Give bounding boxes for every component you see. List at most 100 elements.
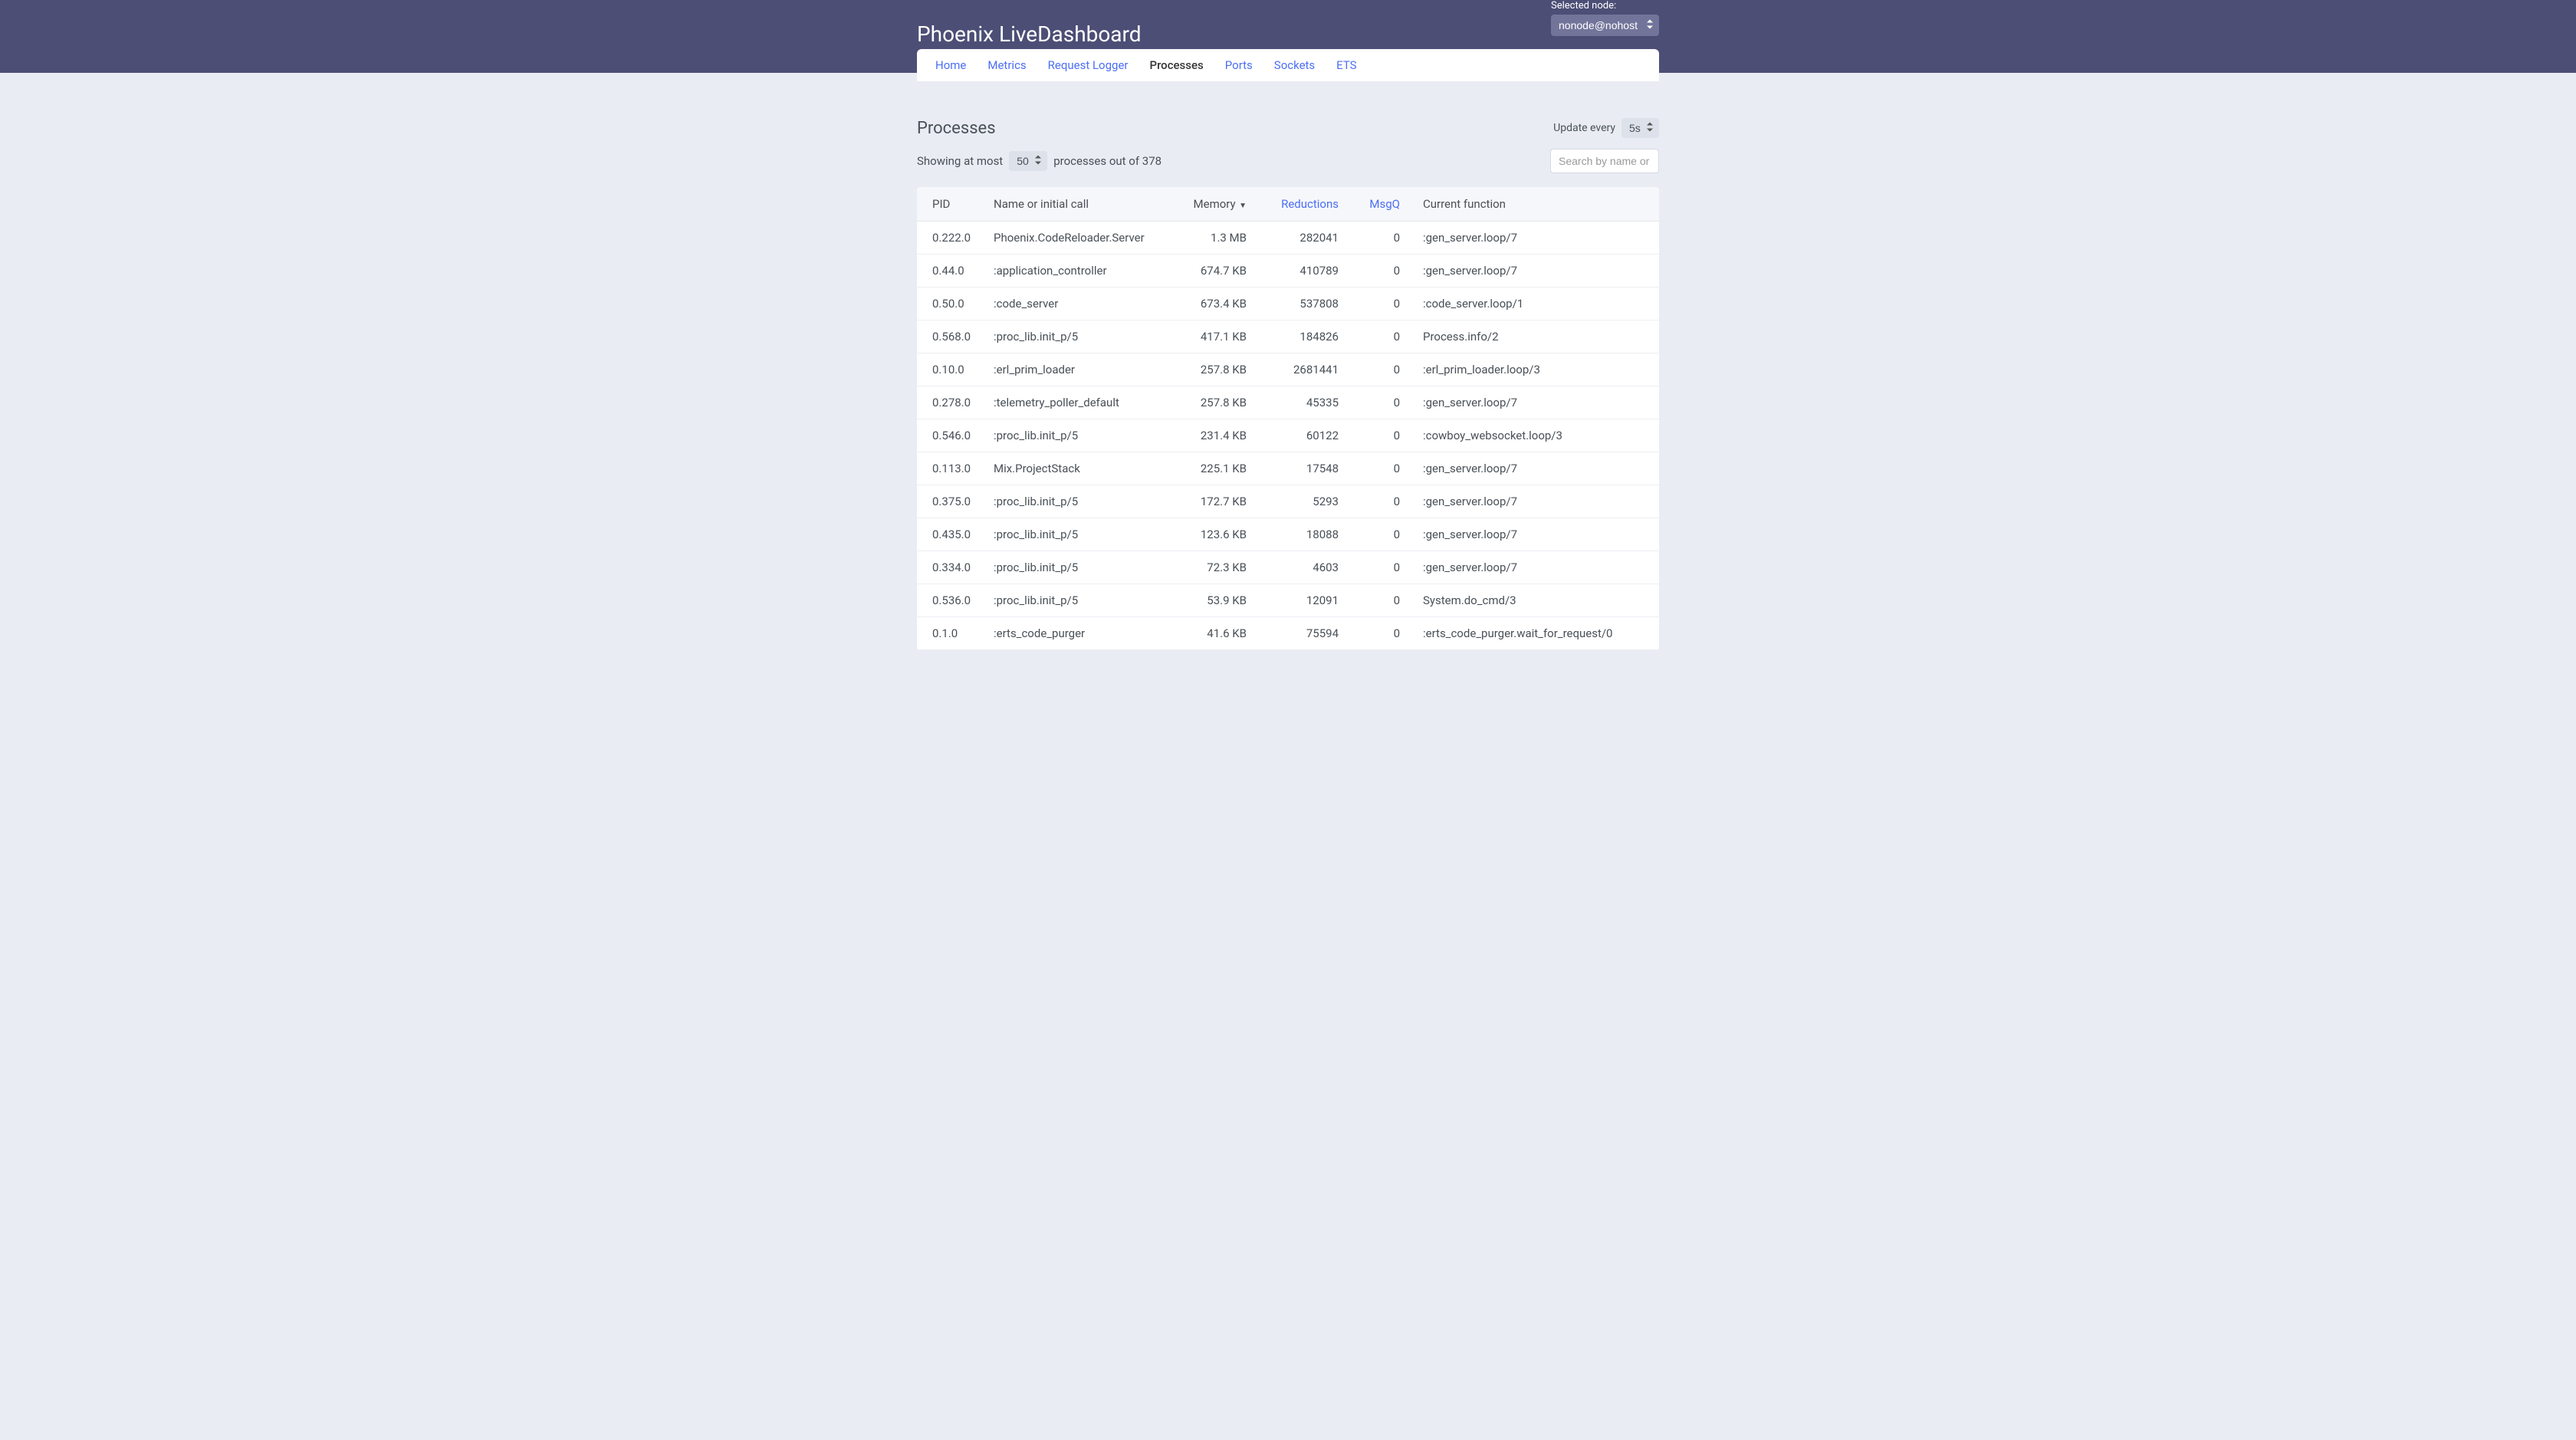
page-title: Processes	[917, 119, 996, 138]
showing-prefix: Showing at most	[917, 154, 1003, 168]
cell-name: Mix.ProjectStack	[986, 452, 1162, 485]
caret-down-icon: ▼	[1237, 202, 1247, 210]
cell-msgq: 0	[1346, 419, 1408, 452]
table-row[interactable]: 0.536.0:proc_lib.init_p/553.9 KB120910Sy…	[917, 584, 1659, 617]
cell-func: :code_server.loop/1	[1408, 288, 1659, 321]
table-row[interactable]: 0.44.0:application_controller674.7 KB410…	[917, 255, 1659, 288]
cell-pid: 0.113.0	[917, 452, 986, 485]
cell-name: :application_controller	[986, 255, 1162, 288]
table-row[interactable]: 0.1.0:erts_code_purger41.6 KB755940:erts…	[917, 617, 1659, 650]
tab-request-logger[interactable]: Request Logger	[1037, 49, 1139, 81]
col-header-name: Name or initial call	[986, 187, 1162, 222]
cell-reductions: 2681441	[1254, 353, 1346, 386]
table-row[interactable]: 0.222.0Phoenix.CodeReloader.Server1.3 MB…	[917, 222, 1659, 255]
cell-reductions: 12091	[1254, 584, 1346, 617]
col-header-msgq[interactable]: MsgQ	[1346, 187, 1408, 222]
cell-pid: 0.546.0	[917, 419, 986, 452]
cell-msgq: 0	[1346, 288, 1408, 321]
cell-reductions: 17548	[1254, 452, 1346, 485]
cell-func: :erts_code_purger.wait_for_request/0	[1408, 617, 1659, 650]
cell-name: :proc_lib.init_p/5	[986, 551, 1162, 584]
limit-select[interactable]: 50	[1009, 151, 1047, 171]
update-interval-select[interactable]: 5s	[1622, 118, 1659, 138]
cell-func: :gen_server.loop/7	[1408, 551, 1659, 584]
cell-func: Process.info/2	[1408, 321, 1659, 353]
cell-pid: 0.222.0	[917, 222, 986, 255]
cell-pid: 0.278.0	[917, 386, 986, 419]
table-row[interactable]: 0.50.0:code_server673.4 KB5378080:code_s…	[917, 288, 1659, 321]
cell-name: :proc_lib.init_p/5	[986, 518, 1162, 551]
tab-ports[interactable]: Ports	[1214, 49, 1263, 81]
cell-func: :gen_server.loop/7	[1408, 386, 1659, 419]
cell-memory: 123.6 KB	[1162, 518, 1254, 551]
table-row[interactable]: 0.568.0:proc_lib.init_p/5417.1 KB1848260…	[917, 321, 1659, 353]
cell-reductions: 184826	[1254, 321, 1346, 353]
cell-msgq: 0	[1346, 518, 1408, 551]
cell-pid: 0.10.0	[917, 353, 986, 386]
cell-name: :code_server	[986, 288, 1162, 321]
tab-home[interactable]: Home	[925, 49, 977, 81]
cell-func: :gen_server.loop/7	[1408, 452, 1659, 485]
update-every-label: Update every	[1553, 122, 1615, 134]
cell-memory: 53.9 KB	[1162, 584, 1254, 617]
cell-pid: 0.536.0	[917, 584, 986, 617]
table-row[interactable]: 0.278.0:telemetry_poller_default257.8 KB…	[917, 386, 1659, 419]
cell-name: Phoenix.CodeReloader.Server	[986, 222, 1162, 255]
cell-pid: 0.375.0	[917, 485, 986, 518]
cell-memory: 673.4 KB	[1162, 288, 1254, 321]
cell-pid: 0.1.0	[917, 617, 986, 650]
cell-reductions: 75594	[1254, 617, 1346, 650]
cell-pid: 0.334.0	[917, 551, 986, 584]
cell-memory: 225.1 KB	[1162, 452, 1254, 485]
cell-name: :proc_lib.init_p/5	[986, 485, 1162, 518]
col-header-reductions[interactable]: Reductions	[1254, 187, 1346, 222]
cell-name: :proc_lib.init_p/5	[986, 321, 1162, 353]
search-input[interactable]	[1550, 149, 1659, 173]
cell-msgq: 0	[1346, 353, 1408, 386]
node-selector-label: Selected node:	[1551, 0, 1659, 12]
cell-msgq: 0	[1346, 617, 1408, 650]
cell-msgq: 0	[1346, 386, 1408, 419]
cell-msgq: 0	[1346, 255, 1408, 288]
cell-memory: 417.1 KB	[1162, 321, 1254, 353]
cell-memory: 172.7 KB	[1162, 485, 1254, 518]
table-row[interactable]: 0.10.0:erl_prim_loader257.8 KB26814410:e…	[917, 353, 1659, 386]
cell-memory: 257.8 KB	[1162, 386, 1254, 419]
cell-memory: 72.3 KB	[1162, 551, 1254, 584]
cell-msgq: 0	[1346, 222, 1408, 255]
table-row[interactable]: 0.334.0:proc_lib.init_p/572.3 KB46030:ge…	[917, 551, 1659, 584]
tab-ets[interactable]: ETS	[1326, 49, 1367, 81]
cell-memory: 1.3 MB	[1162, 222, 1254, 255]
cell-memory: 41.6 KB	[1162, 617, 1254, 650]
col-header-memory[interactable]: Memory ▼	[1162, 187, 1254, 222]
cell-memory: 674.7 KB	[1162, 255, 1254, 288]
table-row[interactable]: 0.546.0:proc_lib.init_p/5231.4 KB601220:…	[917, 419, 1659, 452]
cell-msgq: 0	[1346, 452, 1408, 485]
nav-tabs: HomeMetricsRequest LoggerProcessesPortsS…	[917, 49, 1659, 81]
tab-sockets[interactable]: Sockets	[1263, 49, 1326, 81]
cell-func: System.do_cmd/3	[1408, 584, 1659, 617]
node-select[interactable]: nonode@nohost	[1551, 15, 1659, 36]
tab-processes[interactable]: Processes	[1139, 49, 1214, 81]
table-row[interactable]: 0.435.0:proc_lib.init_p/5123.6 KB180880:…	[917, 518, 1659, 551]
cell-func: :gen_server.loop/7	[1408, 518, 1659, 551]
cell-name: :telemetry_poller_default	[986, 386, 1162, 419]
cell-msgq: 0	[1346, 584, 1408, 617]
cell-reductions: 5293	[1254, 485, 1346, 518]
process-table: PID Name or initial call Memory ▼ Reduct…	[917, 187, 1659, 650]
cell-func: :cowboy_websocket.loop/3	[1408, 419, 1659, 452]
cell-name: :proc_lib.init_p/5	[986, 419, 1162, 452]
col-header-pid: PID	[917, 187, 986, 222]
cell-pid: 0.44.0	[917, 255, 986, 288]
cell-memory: 231.4 KB	[1162, 419, 1254, 452]
cell-memory: 257.8 KB	[1162, 353, 1254, 386]
cell-pid: 0.568.0	[917, 321, 986, 353]
table-row[interactable]: 0.113.0Mix.ProjectStack225.1 KB175480:ge…	[917, 452, 1659, 485]
cell-msgq: 0	[1346, 551, 1408, 584]
cell-func: :gen_server.loop/7	[1408, 222, 1659, 255]
cell-name: :erts_code_purger	[986, 617, 1162, 650]
cell-reductions: 4603	[1254, 551, 1346, 584]
tab-metrics[interactable]: Metrics	[977, 49, 1037, 81]
cell-msgq: 0	[1346, 321, 1408, 353]
table-row[interactable]: 0.375.0:proc_lib.init_p/5172.7 KB52930:g…	[917, 485, 1659, 518]
